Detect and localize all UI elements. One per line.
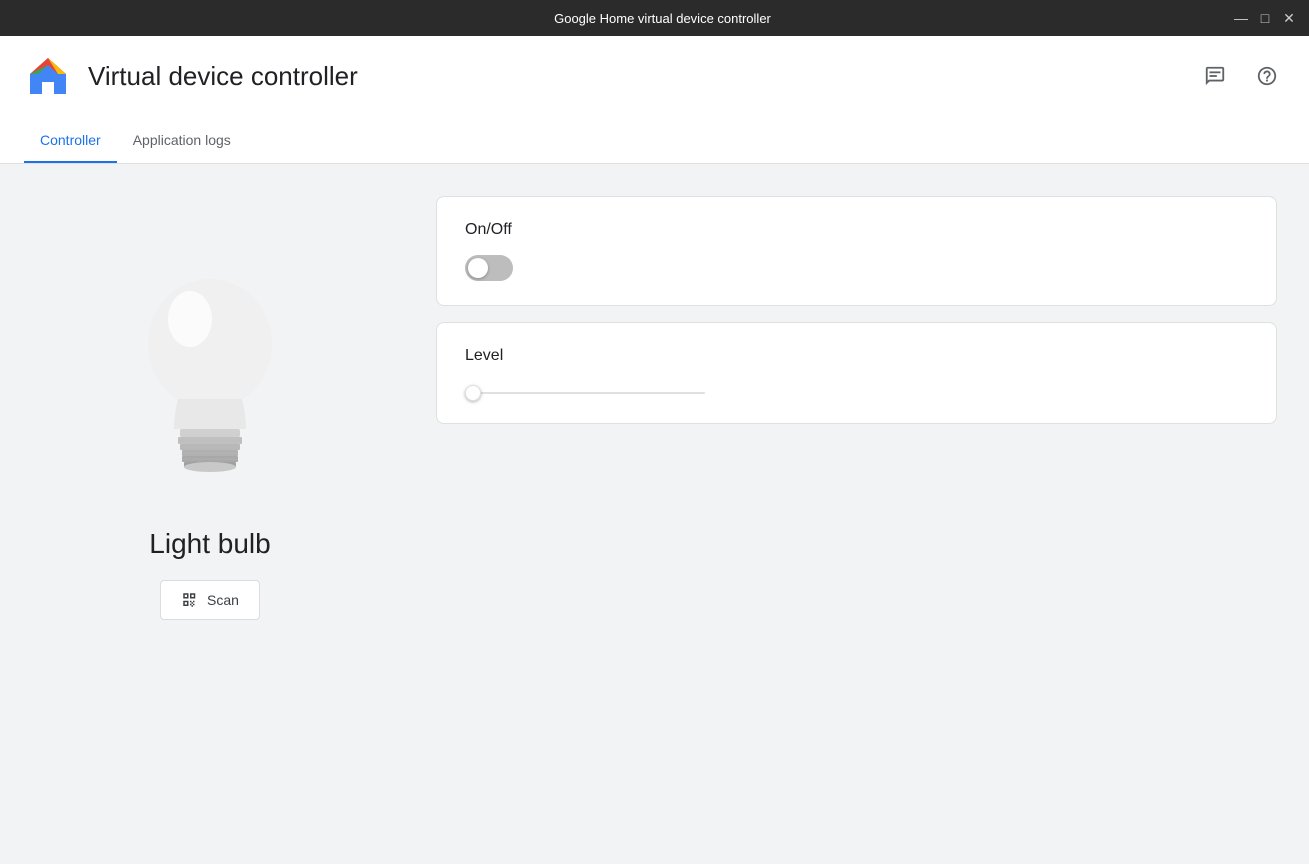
window-title: Google Home virtual device controller [92, 11, 1233, 26]
help-icon [1256, 65, 1278, 87]
title-bar: Google Home virtual device controller — … [0, 0, 1309, 36]
level-label: Level [465, 347, 1248, 365]
main-content: Light bulb Scan On/Off Level [0, 164, 1309, 864]
qr-code-icon [181, 591, 199, 609]
tab-application-logs[interactable]: Application logs [117, 116, 247, 163]
device-name: Light bulb [149, 528, 270, 560]
chat-icon-button[interactable] [1197, 58, 1233, 94]
chat-icon [1204, 65, 1226, 87]
google-home-logo-icon [24, 52, 72, 100]
scan-button-label: Scan [207, 592, 239, 608]
maximize-button[interactable]: □ [1257, 10, 1273, 26]
header-icons [1197, 58, 1285, 94]
app-header: Virtual device controller [0, 36, 1309, 116]
left-panel: Light bulb Scan [0, 164, 420, 864]
on-off-card: On/Off [436, 196, 1277, 306]
help-icon-button[interactable] [1249, 58, 1285, 94]
close-button[interactable]: ✕ [1281, 10, 1297, 26]
tabs-bar: Controller Application logs [0, 116, 1309, 164]
header-left: Virtual device controller [24, 52, 358, 100]
tab-controller[interactable]: Controller [24, 116, 117, 163]
window-controls: — □ ✕ [1233, 10, 1297, 26]
on-off-label: On/Off [465, 221, 1248, 239]
light-bulb-icon [130, 254, 290, 494]
on-off-toggle[interactable] [465, 255, 513, 281]
device-image [120, 244, 300, 504]
minimize-button[interactable]: — [1233, 10, 1249, 26]
right-panel: On/Off Level [420, 164, 1309, 864]
level-card: Level [436, 322, 1277, 424]
toggle-track [465, 255, 513, 281]
level-slider[interactable] [465, 392, 705, 394]
app-title: Virtual device controller [88, 61, 358, 92]
scan-button[interactable]: Scan [160, 580, 260, 620]
toggle-thumb [468, 258, 488, 278]
